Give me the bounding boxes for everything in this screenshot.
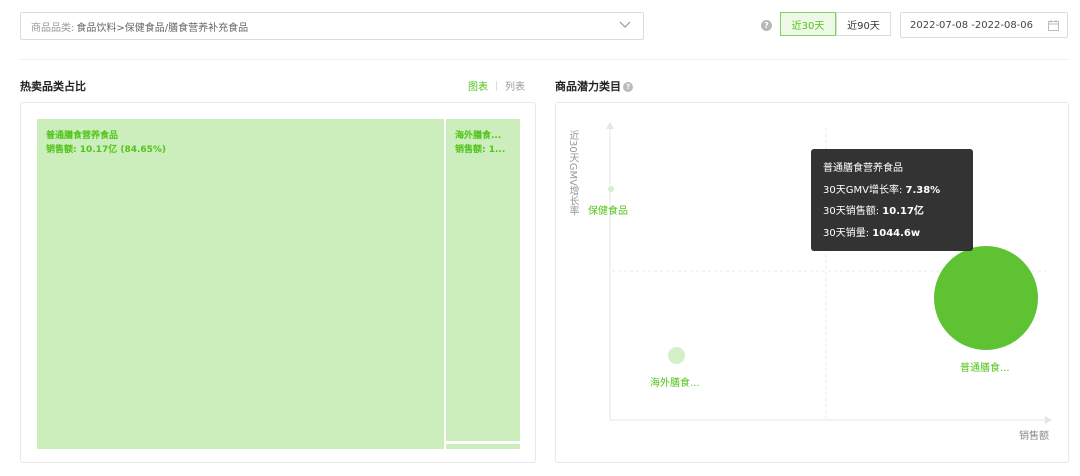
potential-title: 商品潜力类目?: [555, 78, 633, 94]
y-axis-label: 近30天GMV增长率: [567, 130, 578, 216]
view-toggle-separator: [496, 80, 497, 91]
bubble-label-health-food: 保健食品: [588, 206, 628, 217]
category-select[interactable]: 商品品类: 食品饮料>保健食品/膳食营养补充食品: [20, 12, 644, 40]
bubble-general-nutrition[interactable]: [934, 246, 1038, 350]
bubble-label-general-nutrition: 普通膳食...: [960, 363, 1010, 374]
range-30d-button[interactable]: 近30天: [780, 12, 836, 36]
potential-title-text: 商品潜力类目: [555, 80, 621, 93]
treemap-block-main[interactable]: 普通膳食营养食品 销售额: 10.17亿 (84.65%): [37, 119, 444, 449]
tooltip-growth-value: 7.38%: [905, 184, 941, 196]
calendar-icon: [1048, 20, 1059, 31]
category-select-prefix: 商品品类:: [31, 22, 75, 34]
x-axis-label: 销售额: [1019, 431, 1049, 442]
bubble-overseas[interactable]: [668, 347, 685, 364]
date-help-icon[interactable]: ?: [761, 20, 772, 31]
tooltip-sales-label: 30天销售额:: [823, 206, 883, 217]
tooltip-title: 普通膳食营养食品: [823, 163, 903, 174]
treemap-block-small[interactable]: [446, 444, 520, 449]
chevron-down-icon: [619, 21, 631, 28]
tooltip-row-sales: 30天销售额: 10.17亿: [823, 201, 961, 223]
treemap-block-main-sales: 销售额: 10.17亿 (84.65%): [46, 145, 167, 155]
date-range-value: 2022-07-08 -2022-08-06: [910, 19, 1034, 31]
potential-help-icon[interactable]: ?: [623, 82, 633, 92]
category-select-value: 食品饮料>保健食品/膳食营养补充食品: [76, 22, 249, 34]
treemap-block-overseas-sales: 销售额: 1...: [455, 145, 506, 155]
tooltip-volume-value: 1044.6w: [872, 227, 921, 239]
treemap-panel: 普通膳食营养食品 销售额: 10.17亿 (84.65%) 海外膳食... 销售…: [20, 102, 536, 463]
bubble-health-food[interactable]: [608, 186, 614, 192]
date-range-picker[interactable]: 2022-07-08 -2022-08-06: [900, 12, 1068, 38]
tooltip-sales-value: 10.17亿: [882, 206, 924, 217]
header-divider: [20, 59, 1068, 60]
list-view-tab[interactable]: 列表: [505, 78, 525, 93]
tooltip-volume-label: 30天销量:: [823, 227, 873, 239]
chart-view-tab[interactable]: 图表: [468, 78, 488, 93]
bubble-tooltip: 普通膳食营养食品 30天GMV增长率: 7.38% 30天销售额: 10.17亿…: [811, 149, 973, 251]
tooltip-growth-label: 30天GMV增长率:: [823, 184, 906, 196]
treemap-block-overseas[interactable]: 海外膳食... 销售额: 1...: [446, 119, 520, 441]
tooltip-row-growth: 30天GMV增长率: 7.38%: [823, 180, 961, 202]
tooltip-row-volume: 30天销量: 1044.6w: [823, 223, 961, 245]
range-90d-button[interactable]: 近90天: [836, 12, 891, 36]
view-toggle: 图表 列表: [468, 78, 525, 93]
hot-category-title: 热卖品类占比: [20, 80, 86, 93]
bubble-label-overseas: 海外膳食...: [650, 378, 700, 389]
